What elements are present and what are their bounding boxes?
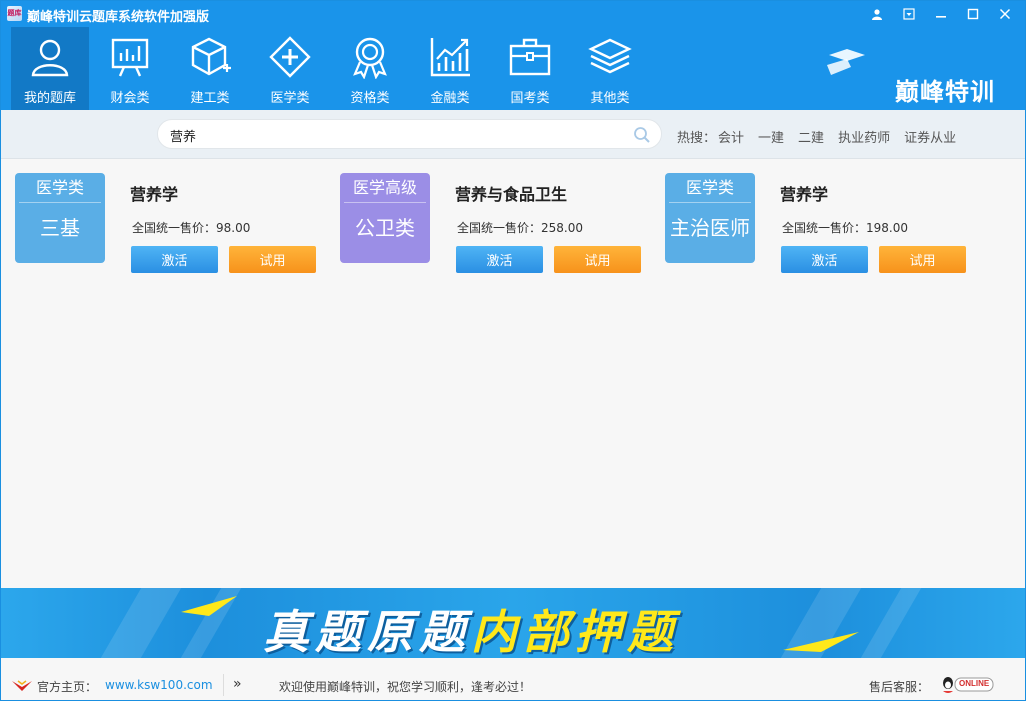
nav-label: 我的题库 [23, 91, 76, 106]
maximize-icon[interactable] [959, 4, 987, 24]
nav-label: 财会类 [110, 91, 150, 106]
title-bar: 题库 巅峰特训云题库系统软件加强版 [1, 1, 1025, 27]
product-price: 全国统一售价：258.00 [457, 221, 583, 235]
nav-label: 国考类 [510, 91, 550, 106]
activate-button[interactable]: 激活 [456, 246, 543, 273]
promo-banner[interactable]: 真题原题内部押题 [1, 588, 1025, 658]
service-label: 售后客服： [869, 680, 930, 694]
chart-board-icon [111, 38, 149, 77]
activate-button[interactable]: 激活 [131, 246, 218, 273]
footer-logo-icon [12, 680, 32, 691]
category-badge: 医学类 三基 [15, 173, 105, 263]
medal-icon [353, 37, 387, 79]
trial-button[interactable]: 试用 [879, 246, 966, 273]
status-footer: 官方主页： www.ksw100.com » 欢迎使用巅峰特训，祝您学习顺利，逢… [1, 668, 1025, 700]
homepage-label: 官方主页： [37, 680, 98, 694]
banner-slogan-yellow: 内部押题 [471, 605, 679, 658]
hot-item-pharmacist[interactable]: 执业药师 [838, 127, 890, 146]
product-title[interactable]: 营养学 [780, 181, 828, 205]
nav-finance[interactable]: 金融类 [411, 27, 489, 110]
cube-icon [191, 37, 231, 76]
banner-slogan: 真题原题内部押题 [263, 596, 679, 658]
brand-name: 巅峰特训 [895, 77, 995, 106]
footer-divider [223, 674, 224, 696]
category-badge: 医学类 主治医师 [665, 173, 755, 263]
nav-civil-exam[interactable]: 国考类 [491, 27, 569, 110]
nav-label: 建工类 [190, 91, 230, 106]
trial-button[interactable]: 试用 [229, 246, 316, 273]
hot-search-label: 热搜： [677, 131, 717, 146]
welcome-message: 欢迎使用巅峰特训，祝您学习顺利，逢考必过！ [279, 680, 532, 694]
menu-dropdown-icon[interactable] [895, 4, 923, 24]
online-badge: ONLINE [959, 679, 990, 688]
window-title: 巅峰特训云题库系统软件加强版 [27, 10, 210, 25]
product-card: 医学类 三基 营养学 全国统一售价：98.00 激活 试用 [15, 173, 325, 283]
minimize-icon[interactable] [927, 4, 955, 24]
banner-stripe [860, 588, 922, 658]
badge-subject: 三基 [40, 216, 80, 240]
layers-icon [588, 38, 632, 74]
nav-label: 其他类 [590, 91, 630, 106]
nav-label: 医学类 [270, 91, 310, 106]
search-bar: 热搜： 会计 一建 二建 执业药师 证券从业 [1, 110, 1025, 159]
search-box [157, 119, 662, 149]
activate-button[interactable]: 激活 [781, 246, 868, 273]
product-card: 医学高级 公卫类 营养与食品卫生 全国统一售价：258.00 激活 试用 [340, 173, 650, 283]
banner-stripe [100, 588, 182, 658]
badge-subject: 主治医师 [670, 216, 750, 240]
nav-my-bank[interactable]: 我的题库 [11, 27, 89, 110]
nav-construction[interactable]: 建工类 [171, 27, 249, 110]
hot-item-second-class-constructor[interactable]: 二建 [798, 127, 824, 146]
hot-item-accounting[interactable]: 会计 [718, 127, 744, 146]
homepage-link[interactable]: www.ksw100.com [105, 678, 213, 692]
brand-logo: 巅峰特训 [815, 47, 995, 107]
medical-plus-icon [269, 36, 311, 78]
paper-plane-icon [783, 632, 859, 652]
paper-plane-icon [181, 596, 237, 616]
user-icon [31, 39, 69, 77]
badge-subject: 公卫类 [355, 216, 415, 240]
product-price: 全国统一售价：98.00 [132, 221, 251, 235]
trial-button[interactable]: 试用 [554, 246, 641, 273]
category-badge: 医学高级 公卫类 [340, 173, 430, 263]
account-icon[interactable] [863, 4, 891, 24]
search-icon[interactable] [633, 126, 651, 144]
hot-item-securities[interactable]: 证券从业 [904, 127, 956, 146]
nav-label: 资格类 [350, 91, 390, 106]
badge-category: 医学高级 [344, 173, 426, 203]
category-nav: 我的题库 财会类 建工类 医学类 资格类 金融类 国考类 其他类 巅峰特训 [1, 27, 1025, 110]
badge-category: 医学类 [669, 173, 751, 203]
product-price: 全国统一售价：198.00 [782, 221, 908, 235]
nav-finance-accounting[interactable]: 财会类 [91, 27, 169, 110]
close-icon[interactable] [991, 4, 1019, 24]
product-title[interactable]: 营养与食品卫生 [455, 181, 567, 205]
product-card: 医学类 主治医师 营养学 全国统一售价：198.00 激活 试用 [665, 173, 975, 283]
briefcase-icon [509, 38, 551, 76]
app-window: 题库 巅峰特训云题库系统软件加强版 我的题库 财会类 建工类 医学类 资格类 金… [0, 0, 1026, 701]
nav-qualification[interactable]: 资格类 [331, 27, 409, 110]
nav-label: 金融类 [430, 91, 470, 106]
hot-item-first-class-constructor[interactable]: 一建 [758, 127, 784, 146]
banner-slogan-white: 真题原题 [263, 605, 471, 658]
double-chevron-icon: » [233, 676, 242, 692]
brand-mark-icon [827, 49, 865, 75]
qq-online-icon[interactable]: ONLINE [939, 674, 995, 696]
nav-others[interactable]: 其他类 [571, 27, 649, 110]
product-title[interactable]: 营养学 [130, 181, 178, 205]
nav-medical[interactable]: 医学类 [251, 27, 329, 110]
app-logo-icon: 题库 [7, 6, 22, 21]
search-input[interactable] [170, 125, 620, 145]
trend-chart-icon [430, 38, 470, 77]
window-controls [863, 4, 1019, 24]
hot-search: 热搜： 会计 一建 二建 执业药师 证券从业 [677, 127, 956, 146]
badge-category: 医学类 [19, 173, 101, 203]
